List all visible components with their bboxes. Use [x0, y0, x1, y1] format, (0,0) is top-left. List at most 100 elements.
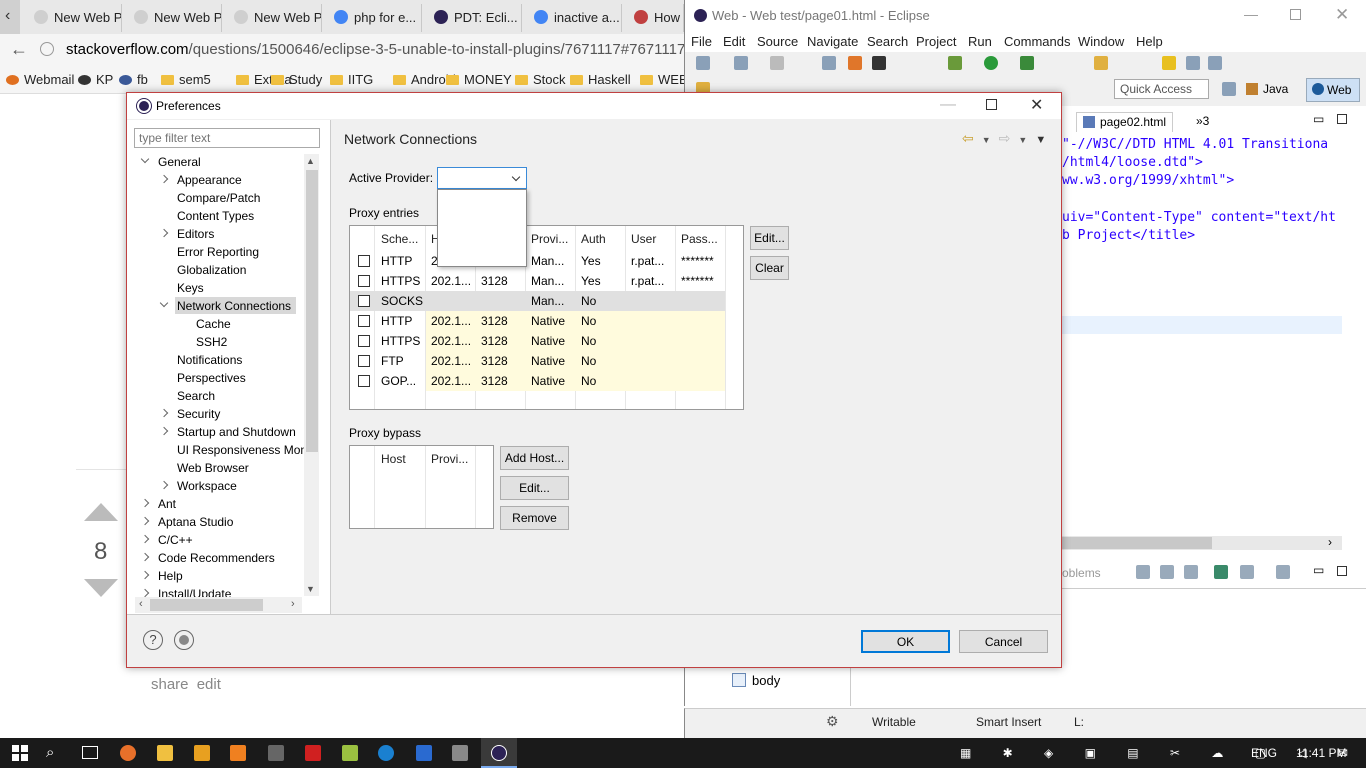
edge-icon[interactable]: [378, 745, 394, 761]
tree-item-perspectives[interactable]: Perspectives: [177, 371, 246, 385]
scroll-left-icon[interactable]: ‹: [139, 598, 143, 610]
proxy-column-provider[interactable]: Provi...: [531, 232, 568, 246]
tree-item-general[interactable]: General: [158, 155, 201, 169]
tree-item-compare-patch[interactable]: Compare/Patch: [177, 191, 260, 205]
external-tools-icon[interactable]: [1020, 56, 1034, 70]
search-icon[interactable]: ⌕: [46, 744, 54, 761]
tree-item-aptana-studio[interactable]: Aptana Studio: [158, 515, 233, 529]
proxy-column-auth[interactable]: Auth: [581, 232, 606, 246]
bookmark-item[interactable]: Study: [271, 72, 322, 87]
menu-item[interactable]: File: [691, 34, 712, 49]
bookmark-item[interactable]: Haskell: [570, 72, 631, 87]
run-icon[interactable]: [984, 56, 998, 70]
tree-item-workspace[interactable]: Workspace: [177, 479, 237, 493]
bookmark-item[interactable]: Webmail: [6, 72, 74, 87]
media-player-icon[interactable]: [194, 745, 210, 761]
windows-start-icon[interactable]: [12, 745, 28, 761]
tree-item-help[interactable]: Help: [158, 569, 183, 583]
share-edit-links[interactable]: share edit: [151, 676, 221, 693]
tree-item-web-browser[interactable]: Web Browser: [177, 461, 249, 475]
clock[interactable]: 11:41 PM: [1296, 746, 1346, 760]
tree-vscroll-thumb[interactable]: [306, 170, 318, 452]
outline-item-body[interactable]: body: [752, 673, 780, 688]
site-info-icon[interactable]: [40, 42, 54, 56]
remove-button[interactable]: Remove: [500, 506, 569, 530]
row-checkbox[interactable]: [358, 355, 370, 367]
quick-access-input[interactable]: Quick Access: [1114, 79, 1209, 99]
terminal-icon[interactable]: [872, 56, 886, 70]
editor-tab-page02[interactable]: page02.html: [1076, 112, 1174, 132]
tree-item-appearance[interactable]: Appearance: [177, 173, 242, 187]
debug-icon[interactable]: [948, 56, 962, 70]
tree-item-code-recommenders[interactable]: Code Recommenders: [158, 551, 275, 565]
chrome-tab[interactable]: inactive a...: [522, 4, 622, 32]
tree-item-content-types[interactable]: Content Types: [177, 209, 254, 223]
chrome-tab[interactable]: New Web Pro...: [22, 4, 122, 32]
menu-item[interactable]: Edit: [723, 34, 745, 49]
app-icon[interactable]: [268, 745, 284, 761]
highlight-icon[interactable]: [1162, 56, 1176, 70]
chrome-tab[interactable]: New Web Pro...: [222, 4, 322, 32]
scroll-up-icon[interactable]: ▲: [306, 156, 315, 166]
input-language[interactable]: ENG: [1251, 746, 1277, 760]
firefox-icon[interactable]: [120, 745, 136, 761]
chrome-tab[interactable]: New Web Pro...: [122, 4, 222, 32]
back-arrow-icon[interactable]: ←: [10, 39, 28, 60]
open-perspective-icon[interactable]: [1222, 82, 1236, 96]
menu-item[interactable]: Navigate: [807, 34, 858, 49]
tree-item-ui-responsiveness-moni[interactable]: UI Responsiveness Moni: [177, 443, 310, 457]
collapse-icon[interactable]: [1160, 565, 1174, 579]
clear-button[interactable]: Clear: [750, 256, 789, 280]
view-menu-icon[interactable]: ▼: [1035, 134, 1054, 146]
row-checkbox[interactable]: [358, 275, 370, 287]
downvote-arrow-icon[interactable]: [84, 579, 118, 597]
tool-icon[interactable]: [822, 56, 836, 70]
row-checkbox[interactable]: [358, 315, 370, 327]
task-view-icon[interactable]: [82, 746, 98, 759]
row-checkbox[interactable]: [358, 255, 370, 267]
add-host-button[interactable]: Add Host...: [500, 446, 569, 470]
open-console-icon[interactable]: [1276, 565, 1290, 579]
new-web-icon[interactable]: [734, 56, 748, 70]
bookmark-item[interactable]: Stock: [515, 72, 566, 87]
acrobat-icon[interactable]: [305, 745, 321, 761]
tree-item-network-connections[interactable]: Network Connections: [177, 299, 291, 313]
eclipse-taskbar-button[interactable]: [481, 738, 517, 768]
toggle-icon[interactable]: [1186, 56, 1200, 70]
menu-item[interactable]: Search: [867, 34, 908, 49]
tree-item-cache[interactable]: Cache: [196, 317, 231, 331]
scroll-down-icon[interactable]: ▼: [306, 584, 315, 594]
row-checkbox[interactable]: [358, 295, 370, 307]
scroll-right-icon[interactable]: ›: [1328, 535, 1332, 549]
tab-problems[interactable]: oblems: [1062, 566, 1101, 580]
filter-input[interactable]: [134, 128, 320, 148]
tree-item-startup-and-shutdown[interactable]: Startup and Shutdown: [177, 425, 296, 439]
bookmark-item[interactable]: MONEY: [446, 72, 512, 87]
display-icon[interactable]: [1240, 565, 1254, 579]
minimize-icon[interactable]: —: [1244, 6, 1258, 22]
tree-item-notifications[interactable]: Notifications: [177, 353, 242, 367]
page-history-nav[interactable]: ⇦▼⇨▼▼: [962, 130, 1054, 147]
cancel-button[interactable]: Cancel: [959, 630, 1048, 653]
ok-button[interactable]: OK: [861, 630, 950, 653]
tree-item-security[interactable]: Security: [177, 407, 220, 421]
edit-bypass-button[interactable]: Edit...: [500, 476, 569, 500]
back-arrow-icon[interactable]: ⇦: [962, 130, 982, 146]
perspective-java[interactable]: Java: [1246, 82, 1288, 96]
bookmark-item[interactable]: WEB: [640, 72, 688, 87]
tree-item-globalization[interactable]: Globalization: [177, 263, 246, 277]
save-icon[interactable]: [770, 56, 784, 70]
menu-item[interactable]: Source: [757, 34, 798, 49]
row-checkbox[interactable]: [358, 375, 370, 387]
new-icon[interactable]: [696, 56, 710, 70]
notes-icon[interactable]: [342, 745, 358, 761]
maximize-view-icon[interactable]: [1337, 114, 1347, 124]
file-explorer-icon[interactable]: [157, 745, 173, 761]
close-icon[interactable]: ✕: [1335, 5, 1349, 25]
scroll-right-icon[interactable]: ›: [291, 598, 295, 610]
tree-item-editors[interactable]: Editors: [177, 227, 214, 241]
view-menu-icon[interactable]: [1214, 565, 1228, 579]
menu-item[interactable]: Project: [916, 34, 956, 49]
tree-hscroll-thumb[interactable]: [150, 599, 263, 611]
photos-icon[interactable]: [452, 745, 468, 761]
